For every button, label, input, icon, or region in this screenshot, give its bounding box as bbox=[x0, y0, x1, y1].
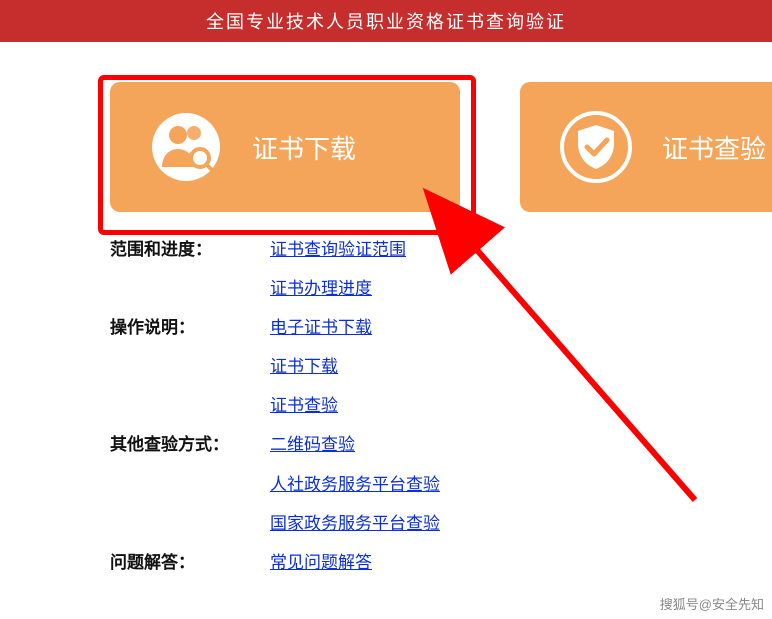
section-links: 二维码查验人社政务服务平台查验国家政务服务平台查验 bbox=[270, 425, 440, 542]
section-label: 其他查验方式： bbox=[110, 425, 270, 542]
content-link[interactable]: 国家政务服务平台查验 bbox=[270, 504, 440, 543]
section-links: 电子证书下载证书下载证书查验 bbox=[270, 308, 372, 425]
content-list: 范围和进度：证书查询验证范围证书办理进度操作说明：电子证书下载证书下载证书查验其… bbox=[0, 212, 772, 582]
section-row: 问题解答：常见问题解答 bbox=[110, 543, 772, 582]
content-link[interactable]: 证书下载 bbox=[270, 347, 372, 386]
content-link[interactable]: 证书查询验证范围 bbox=[270, 230, 406, 269]
section-row: 其他查验方式：二维码查验人社政务服务平台查验国家政务服务平台查验 bbox=[110, 425, 772, 542]
section-row: 操作说明：电子证书下载证书下载证书查验 bbox=[110, 308, 772, 425]
people-search-icon bbox=[150, 111, 222, 183]
card-verify-label: 证书查验 bbox=[662, 129, 766, 166]
section-label: 范围和进度： bbox=[110, 230, 270, 308]
section-row: 范围和进度：证书查询验证范围证书办理进度 bbox=[110, 230, 772, 308]
page-title: 全国专业技术人员职业资格证书查询验证 bbox=[206, 12, 566, 32]
section-links: 证书查询验证范围证书办理进度 bbox=[270, 230, 406, 308]
content-link[interactable]: 二维码查验 bbox=[270, 425, 440, 464]
page-header: 全国专业技术人员职业资格证书查询验证 bbox=[0, 0, 772, 42]
card-download[interactable]: 证书下载 bbox=[110, 82, 460, 212]
section-label: 操作说明： bbox=[110, 308, 270, 425]
watermark: 搜狐号@安全先知 bbox=[660, 594, 764, 613]
section-links: 常见问题解答 bbox=[270, 543, 372, 582]
content-link[interactable]: 常见问题解答 bbox=[270, 543, 372, 582]
cards-row: 证书下载 证书查验 bbox=[0, 42, 772, 212]
content-link[interactable]: 人社政务服务平台查验 bbox=[270, 465, 440, 504]
shield-check-icon bbox=[560, 111, 632, 183]
section-label: 问题解答： bbox=[110, 543, 270, 582]
content-link[interactable]: 证书查验 bbox=[270, 386, 372, 425]
card-verify[interactable]: 证书查验 bbox=[520, 82, 772, 212]
content-link[interactable]: 电子证书下载 bbox=[270, 308, 372, 347]
card-download-label: 证书下载 bbox=[252, 129, 356, 166]
content-link[interactable]: 证书办理进度 bbox=[270, 269, 406, 308]
